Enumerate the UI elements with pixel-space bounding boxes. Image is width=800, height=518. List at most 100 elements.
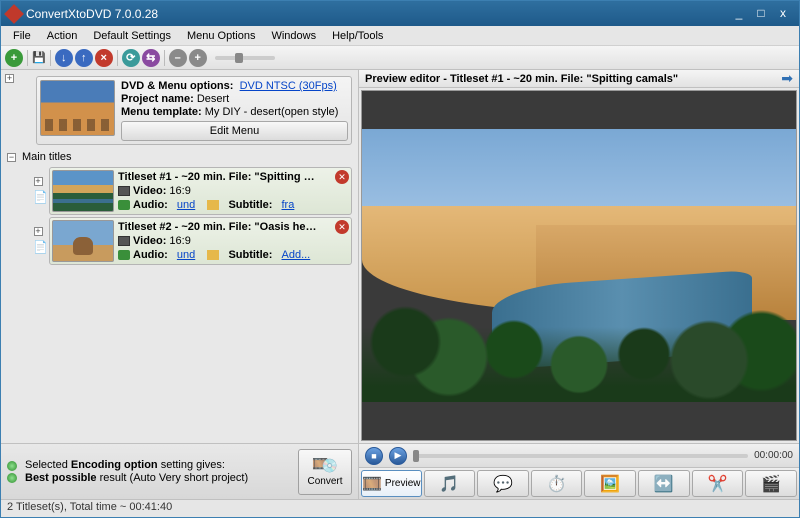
remove-titleset-button[interactable]: ✕ [335, 220, 349, 234]
titleset-title: Titleset #1 - ~20 min. File: "Spitting c… [118, 170, 318, 184]
next-button[interactable]: ➡ [781, 70, 793, 87]
preview-icon: 🎞️ [362, 474, 382, 494]
titleset-row: + Titleset #2 - ~20 min. File: "Oasis he… [31, 217, 352, 265]
tab-audio[interactable]: 🎵 [424, 470, 476, 497]
separator [50, 50, 51, 66]
audio-link[interactable]: und [177, 198, 195, 212]
expand-button[interactable]: + [189, 49, 207, 67]
opt-label: DVD & Menu options: [121, 80, 233, 92]
refresh-button[interactable]: ⟳ [122, 49, 140, 67]
preview-viewport[interactable] [361, 90, 797, 441]
menubar: File Action Default Settings Menu Option… [1, 26, 799, 46]
project-info: DVD & Menu options: DVD NTSC (30Fps) Pro… [121, 80, 348, 141]
titlebar: ConvertXtoDVD 7.0.0.28 _ □ x [1, 1, 799, 26]
tab-chapters[interactable]: ⏱️ [531, 470, 583, 497]
close-button[interactable]: x [773, 6, 793, 22]
menu-thumbnail[interactable] [40, 80, 115, 136]
app-icon [4, 4, 24, 24]
minimize-button[interactable]: _ [729, 6, 749, 22]
maintitles-expander[interactable]: − [7, 153, 16, 162]
window-title: ConvertXtoDVD 7.0.0.28 [26, 7, 727, 21]
body: + DVD & Menu options: DVD NTSC (30Fps) P… [1, 70, 799, 499]
dvd-options-link[interactable]: DVD NTSC (30Fps) [240, 80, 337, 92]
output-tab-icon: ↔️ [654, 474, 674, 494]
titleset-thumbnail[interactable] [52, 170, 114, 212]
add-button[interactable]: + [5, 49, 23, 67]
project-name: Desert [197, 93, 229, 105]
chapters-tab-icon: ⏱️ [547, 474, 567, 494]
titleset-expander[interactable]: + [34, 227, 43, 236]
left-panel: + DVD & Menu options: DVD NTSC (30Fps) P… [1, 70, 359, 499]
preview-header: Preview editor - Titleset #1 - ~20 min. … [359, 70, 799, 88]
remove-titleset-button[interactable]: ✕ [335, 170, 349, 184]
green-light-icon [7, 473, 17, 483]
move-down-button[interactable]: ↓ [55, 49, 73, 67]
main-titles-node[interactable]: − Main titles [7, 151, 352, 163]
transport-bar: ■ ▶ 00:00:00 [359, 443, 799, 467]
menu-windows[interactable]: Windows [263, 28, 324, 44]
cut-tab-icon: ✂️ [708, 474, 728, 494]
menu-help-tools[interactable]: Help/Tools [324, 28, 391, 44]
separator [27, 50, 28, 66]
titleset-row: + Titleset #1 - ~20 min. File: "Spitting… [31, 167, 352, 215]
subtitle-link[interactable]: fra [282, 198, 295, 212]
project-expander[interactable]: + [5, 74, 14, 83]
zoom-slider[interactable] [215, 56, 275, 60]
video-icon [118, 186, 130, 196]
convert-icon [314, 456, 336, 474]
merge-button[interactable]: ⇆ [142, 49, 160, 67]
titleset-thumbnail[interactable] [52, 220, 114, 262]
preview-title: Preview editor - Titleset #1 - ~20 min. … [365, 73, 781, 85]
audio-icon [118, 200, 130, 210]
tab-preview[interactable]: 🎞️Preview [361, 470, 422, 497]
move-up-button[interactable]: ↑ [75, 49, 93, 67]
project-box: DVD & Menu options: DVD NTSC (30Fps) Pro… [36, 76, 352, 145]
app-window: ConvertXtoDVD 7.0.0.28 _ □ x File Action… [0, 0, 800, 518]
statusbar: 2 Titleset(s), Total time ~ 00:41:40 [1, 499, 799, 517]
convert-button[interactable]: Convert [298, 449, 352, 495]
left-footer: Selected Encoding option setting gives: … [1, 443, 358, 499]
right-panel: Preview editor - Titleset #1 - ~20 min. … [359, 70, 799, 499]
encoding-status: Selected Encoding option setting gives: … [25, 459, 290, 485]
stop-button[interactable]: ■ [365, 447, 383, 465]
play-button[interactable]: ▶ [389, 447, 407, 465]
titleset-expander[interactable]: + [34, 177, 43, 186]
status-lights [7, 461, 17, 483]
subtitle-tab-icon: 💬 [493, 474, 513, 494]
timecode: 00:00:00 [754, 450, 793, 461]
tab-image[interactable]: 🖼️ [584, 470, 636, 497]
add-file-icon[interactable] [33, 190, 47, 204]
green-light-icon [7, 461, 17, 471]
extra-tab-icon: 🎬 [761, 474, 781, 494]
seek-slider[interactable] [413, 454, 748, 458]
main-titles-label: Main titles [22, 151, 72, 163]
tab-output[interactable]: ↔️ [638, 470, 690, 497]
preview-tabs: 🎞️Preview 🎵 💬 ⏱️ 🖼️ ↔️ ✂️ 🎬 [359, 467, 799, 499]
maximize-button[interactable]: □ [751, 6, 771, 22]
name-label: Project name: [121, 93, 194, 105]
separator [117, 50, 118, 66]
menu-menu-options[interactable]: Menu Options [179, 28, 263, 44]
titleset-box[interactable]: Titleset #1 - ~20 min. File: "Spitting c… [49, 167, 352, 215]
remove-button[interactable]: × [95, 49, 113, 67]
image-tab-icon: 🖼️ [600, 474, 620, 494]
menu-default-settings[interactable]: Default Settings [85, 28, 179, 44]
audio-link[interactable]: und [177, 248, 195, 262]
tmpl-label: Menu template: [121, 106, 202, 118]
menu-action[interactable]: Action [39, 28, 86, 44]
tab-subtitles[interactable]: 💬 [477, 470, 529, 497]
separator [164, 50, 165, 66]
tab-extra[interactable]: 🎬 [745, 470, 797, 497]
tab-cut[interactable]: ✂️ [692, 470, 744, 497]
subtitle-link[interactable]: Add... [282, 248, 311, 262]
menu-file[interactable]: File [5, 28, 39, 44]
project-tree: + DVD & Menu options: DVD NTSC (30Fps) P… [1, 70, 358, 443]
subtitle-icon [207, 200, 219, 210]
video-icon [118, 236, 130, 246]
collapse-button[interactable]: – [169, 49, 187, 67]
titleset-box[interactable]: Titleset #2 - ~20 min. File: "Oasis here… [49, 217, 352, 265]
add-file-icon[interactable] [33, 240, 47, 254]
toolbar: + 💾 ↓ ↑ × ⟳ ⇆ – + [1, 46, 799, 70]
save-icon[interactable]: 💾 [32, 51, 46, 64]
edit-menu-button[interactable]: Edit Menu [121, 121, 348, 141]
